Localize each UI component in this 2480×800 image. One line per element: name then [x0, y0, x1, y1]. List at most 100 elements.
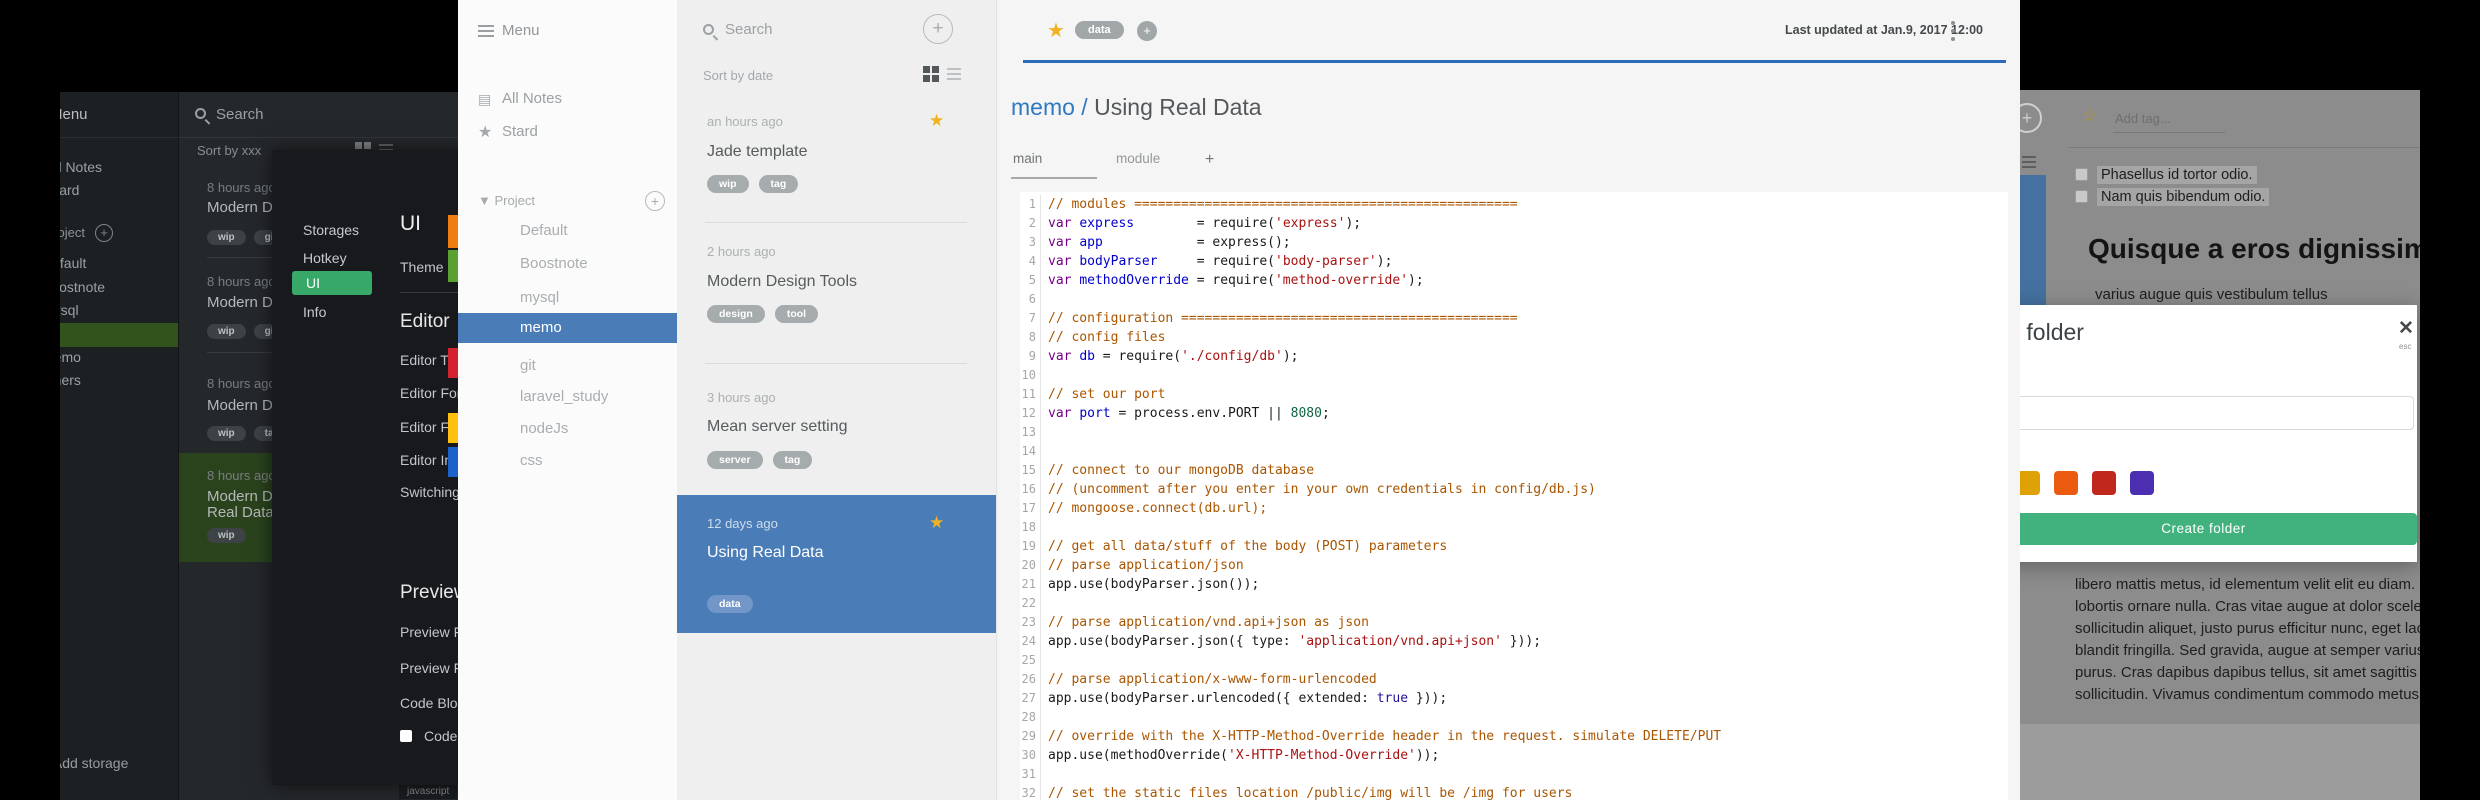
note-tags: wip	[207, 525, 254, 543]
settings-nav-info[interactable]: Info	[303, 304, 326, 320]
sort-by-label[interactable]: Sort by date	[703, 68, 773, 83]
sidebar-item-all-notes[interactable]: All Notes	[502, 90, 562, 107]
code-line: 14	[1020, 442, 2008, 461]
line-number: 6	[1020, 290, 1041, 309]
line-number: 27	[1020, 689, 1041, 708]
code-line: 28	[1020, 708, 2008, 727]
code-text: var methodOverride = require('method-ove…	[1048, 273, 1424, 288]
line-number: 15	[1020, 461, 1041, 480]
sidebar-folder[interactable]: Boostnote	[520, 255, 588, 272]
tab-main[interactable]: main	[1013, 151, 1042, 166]
note-tags: design tool	[707, 304, 828, 323]
preview-divider	[2068, 147, 2420, 148]
sidebar-folder[interactable]: Default	[520, 222, 568, 239]
list-view-icon[interactable]	[947, 68, 961, 80]
note-title[interactable]: Modern Design Tools	[707, 273, 857, 291]
note-title[interactable]: Using Real Data	[1094, 94, 1261, 120]
line-number: 4	[1020, 252, 1041, 271]
sidebar-folder[interactable]: nodeJs	[520, 420, 568, 437]
checkbox-icon	[2075, 168, 2088, 181]
sidebar-folder-selected[interactable]: memo	[458, 313, 677, 343]
code-text: // set our port	[1048, 387, 1166, 402]
grid-view-icon[interactable]	[923, 66, 939, 82]
tab-module[interactable]: module	[1116, 151, 1160, 166]
create-folder-button[interactable]: Create folder	[1990, 513, 2417, 545]
line-number: 32	[1020, 784, 1041, 800]
note-item-selected[interactable]: 12 days ago ★ Using Real Data data	[677, 495, 996, 633]
paragraph-line: purus. Cras dapibus dapibus tellus, sit …	[2075, 664, 2457, 681]
note-title[interactable]: Jade template	[707, 143, 808, 161]
tag-pill: wip	[207, 230, 246, 245]
sidebar-folder[interactable]: mysql	[520, 289, 559, 306]
tag-pill: tool	[774, 305, 819, 323]
note-breadcrumb-title: memo / Using Real Data	[1011, 94, 1262, 120]
sidebar-folder[interactable]: css	[520, 452, 543, 469]
code-line: 3 var app = express();	[1020, 233, 2008, 252]
folder-color-swatch[interactable]	[2092, 471, 2116, 495]
settings-theme-label[interactable]: Theme	[400, 259, 444, 275]
add-tag-input: Add tag...	[2115, 111, 2171, 126]
right-black-mask	[2420, 0, 2480, 800]
tag-pill: wip	[207, 528, 246, 543]
note-tags: server tag	[707, 450, 822, 469]
line-number: 7	[1020, 309, 1041, 328]
code-text: app.use(bodyParser.json());	[1048, 577, 1260, 592]
code-text: // config files	[1048, 330, 1166, 345]
line-number: 3	[1020, 233, 1041, 252]
sidebar-item-starred[interactable]: Stard	[502, 123, 538, 140]
line-number: 20	[1020, 556, 1041, 575]
code-line: 29 // override with the X-HTTP-Method-Ove…	[1020, 727, 2008, 746]
folder-color-swatch[interactable]	[2130, 471, 2154, 495]
note-divider	[705, 363, 967, 364]
menu-label[interactable]: Menu	[502, 22, 540, 39]
add-tag-button[interactable]: +	[1137, 21, 1157, 41]
search-icon	[195, 108, 206, 119]
folder-name-input[interactable]	[1990, 396, 2414, 430]
code-line: 25	[1020, 651, 2008, 670]
project-section-label[interactable]: ▼ Project	[478, 193, 535, 208]
code-line: 18	[1020, 518, 2008, 537]
note-tag-pill[interactable]: data	[1075, 21, 1124, 39]
breadcrumb-folder[interactable]: memo	[1011, 94, 1075, 120]
code-language-label[interactable]: javascript	[399, 784, 458, 799]
settings-nav-ui[interactable]: UI	[292, 271, 372, 295]
code-line: 23 // parse application/vnd.api+json as j…	[1020, 613, 2008, 632]
new-tab-button[interactable]: +	[1205, 151, 1214, 169]
code-line: 19 // get all data/stuff of the body (POS…	[1020, 537, 2008, 556]
search-input[interactable]: Search	[725, 21, 773, 38]
code-line: 5 var methodOverride = require('method-ov…	[1020, 271, 2008, 290]
add-folder-button[interactable]: +	[645, 191, 665, 211]
sidebar-folder[interactable]: laravel_study	[520, 388, 608, 405]
code-line: 26 // parse application/x-www-form-urlenc…	[1020, 670, 2008, 689]
sidebar-folder[interactable]: git	[520, 357, 536, 374]
new-note-button[interactable]: +	[923, 14, 953, 44]
folder-color-swatch[interactable]	[2054, 471, 2078, 495]
dark-add-folder-button[interactable]: +	[95, 224, 113, 242]
note-title[interactable]: Mean server setting	[707, 418, 848, 436]
settings-nav-hotkey[interactable]: Hotkey	[303, 250, 347, 266]
note-list: Search + Sort by date an hours ago ★ Jade …	[677, 0, 996, 800]
line-number: 5	[1020, 271, 1041, 290]
close-icon[interactable]: ✕	[2398, 317, 2414, 340]
code-text: // parse application/vnd.api+json as jso…	[1048, 615, 1369, 630]
app-root: Menu ▤ All Notes ★ Stard ▼ Project + Defaul…	[0, 0, 2480, 800]
line-number: 31	[1020, 765, 1041, 784]
code-block-checkbox[interactable]	[400, 730, 412, 742]
tag-pill: design	[707, 305, 765, 323]
todo-item: Nam quis bibendum odio.	[2075, 188, 2270, 206]
code-editor[interactable]: 1 // modules ============================…	[1020, 192, 2008, 800]
esc-hint-label: esc	[2399, 342, 2412, 351]
line-number: 29	[1020, 727, 1041, 746]
star-toggle-icon[interactable]: ★	[1047, 18, 1065, 43]
editor-panel: ★ data + Last updated at Jan.9, 2017 12:…	[996, 0, 2020, 800]
note-title[interactable]: Real Data	[207, 505, 274, 520]
code-text: app.use(bodyParser.urlencoded({ extended…	[1048, 691, 1448, 706]
note-menu-button[interactable]	[1951, 21, 1955, 43]
selected-note-strip	[2020, 175, 2046, 305]
settings-nav-storages[interactable]: Storages	[303, 222, 359, 238]
line-number: 30	[1020, 746, 1041, 765]
active-tab-underline	[1011, 177, 1097, 179]
line-number: 14	[1020, 442, 1041, 461]
tag-pill: wip	[207, 426, 246, 441]
dark-sort-label[interactable]: Sort by xxx	[197, 143, 261, 158]
